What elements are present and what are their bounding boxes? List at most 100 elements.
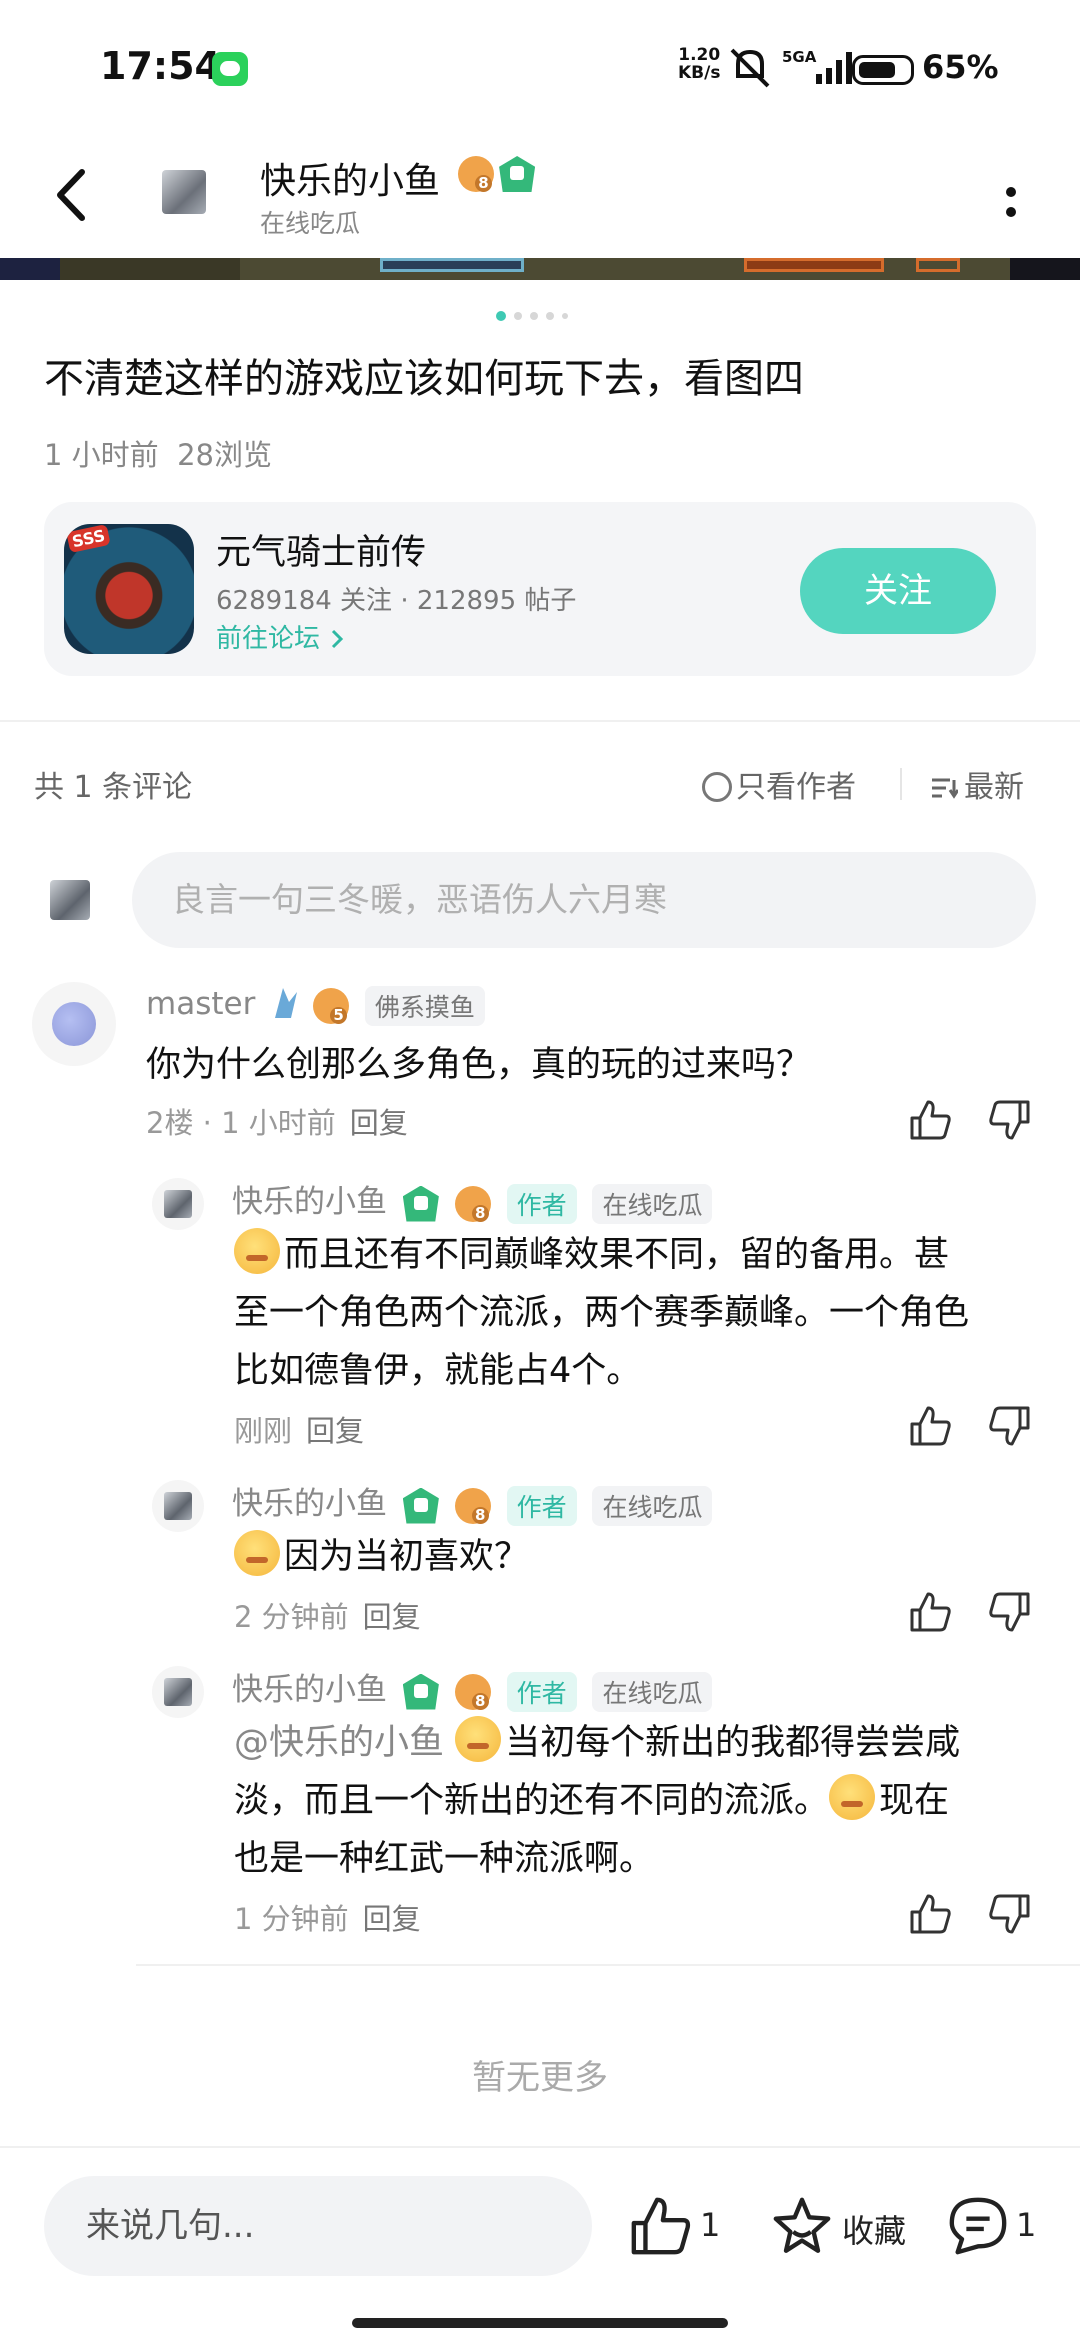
replier-avatar[interactable]	[152, 1178, 204, 1230]
replier-avatar[interactable]	[152, 1480, 204, 1532]
thumbs-up-icon[interactable]	[908, 1098, 952, 1142]
author-subtitle: 在线吃瓜	[260, 209, 361, 238]
net-speed-unit: KB/s	[678, 63, 721, 83]
replier-info: 快乐的小鱼 8 作者 在线吃瓜	[232, 1664, 713, 1712]
divider	[0, 720, 1080, 722]
image-fragment	[0, 258, 60, 280]
author-only-toggle[interactable]: 只看作者	[702, 762, 856, 806]
game-posts: 212895 帖子	[416, 586, 577, 616]
level-number: 8	[471, 1506, 489, 1524]
reply-time: 1 分钟前	[234, 1902, 349, 1936]
sort-button[interactable]: 最新	[930, 762, 1024, 806]
thumbs-up-icon[interactable]	[908, 1892, 952, 1936]
replier-avatar[interactable]	[152, 1666, 204, 1718]
comment-count-badge: 1	[1016, 2206, 1037, 2244]
reply-button[interactable]: 回复	[350, 1106, 408, 1140]
pager-dot-active	[496, 311, 506, 321]
battery-percent: 65%	[922, 48, 999, 86]
comment-floor: 2楼	[146, 1106, 194, 1140]
comment-count: 共 1 条评论	[34, 770, 193, 805]
more-options-icon[interactable]	[996, 180, 1026, 224]
home-indicator[interactable]	[352, 2318, 728, 2328]
level-number: 5	[330, 1006, 348, 1024]
reply-text-segment: 当初每个新出的我都得尝尝咸	[505, 1723, 961, 1763]
reply-meta: 2 分钟前 回复	[234, 1594, 421, 1636]
author-name[interactable]: 快乐的小鱼	[260, 152, 440, 204]
level-badge-icon: 8	[454, 1673, 491, 1710]
image-fragment	[1010, 258, 1080, 280]
reply-text: @快乐的小鱼 当初每个新出的我都得尝尝咸 淡，而且一个新出的还有不同的流派。 现在…	[234, 1714, 960, 1888]
thumbs-up-icon[interactable]	[908, 1404, 952, 1448]
favorite-label[interactable]: 收藏	[842, 2206, 906, 2252]
game-icon: SSS	[64, 524, 194, 654]
replier-info: 快乐的小鱼 8 作者 在线吃瓜	[232, 1176, 713, 1224]
reply-text-segment: 而且还有不同巅峰效果不同，留的备用。甚	[284, 1235, 950, 1275]
pager-dot	[514, 312, 522, 320]
reply-text-segment: 现在	[879, 1781, 950, 1821]
reply-button[interactable]: 回复	[306, 1414, 364, 1448]
image-fragment	[60, 258, 240, 280]
user-tag: 在线吃瓜	[592, 1183, 713, 1224]
post-views: 28浏览	[177, 438, 273, 472]
thumbs-down-icon[interactable]	[988, 1590, 1032, 1634]
reply-button[interactable]: 回复	[363, 1902, 421, 1936]
image-fragment	[380, 258, 524, 272]
commenter-name[interactable]: master	[146, 986, 255, 1022]
status-bar: 17:54 1.20 KB/s 5GA 65%	[0, 0, 1080, 130]
favorite-star-icon[interactable]	[770, 2194, 834, 2258]
thumbs-up-icon[interactable]	[908, 1590, 952, 1634]
forum-link[interactable]: 前往论坛	[216, 618, 346, 655]
emoji-icon	[455, 1716, 502, 1762]
comment-input[interactable]: 良言一句三冬暖，恶语伤人六月寒	[132, 852, 1036, 948]
replier-name[interactable]: 快乐的小鱼	[232, 1486, 387, 1522]
pager-dot	[530, 312, 538, 320]
reply-text-line: 至一个角色两个流派，两个赛季巅峰。一个角色	[234, 1293, 970, 1333]
sort-icon	[932, 778, 958, 799]
emoji-icon	[829, 1774, 876, 1820]
replier-name[interactable]: 快乐的小鱼	[232, 1672, 387, 1708]
comment-meta: 2楼 · 1 小时前 回复	[146, 1106, 408, 1140]
level-number: 8	[471, 1204, 489, 1222]
thumbs-down-icon[interactable]	[988, 1892, 1032, 1936]
author-avatar[interactable]	[162, 170, 206, 214]
emoji-icon	[234, 1228, 280, 1274]
user-tag: 佛系摸鱼	[364, 985, 485, 1026]
signal-bars-icon	[816, 52, 852, 84]
author-tag: 作者	[506, 1485, 577, 1526]
level-badge-icon: 8	[454, 1185, 491, 1222]
thumbs-down-icon[interactable]	[988, 1098, 1032, 1142]
like-icon[interactable]	[628, 2194, 692, 2258]
post-meta: 1 小时前 28浏览	[44, 432, 272, 474]
game-card[interactable]: SSS 元气骑士前传 6289184 关注 · 212895 帖子 前往论坛 关…	[44, 502, 1036, 676]
net-speed: 1.20 KB/s	[678, 46, 720, 82]
replier-name[interactable]: 快乐的小鱼	[232, 1184, 387, 1220]
bottom-comment-input[interactable]: 来说几句...	[44, 2176, 592, 2276]
author-only-label: 只看作者	[736, 770, 856, 805]
reply-time: 刚刚	[234, 1414, 293, 1448]
author-badges: 8	[458, 156, 536, 192]
post-image-carousel[interactable]	[0, 258, 1080, 280]
comment-text: 你为什么创那么多角色，真的玩的过来吗？	[146, 1045, 812, 1085]
forum-link-label: 前往论坛	[216, 624, 321, 654]
game-name: 元气骑士前传	[216, 533, 427, 573]
like-count: 1	[700, 2206, 721, 2244]
game-followers: 6289184 关注	[216, 586, 393, 616]
comment-bubble-icon[interactable]	[946, 2194, 1010, 2258]
commenter-avatar[interactable]	[32, 982, 116, 1066]
level-number: 8	[471, 1692, 489, 1710]
reply-time: 2 分钟前	[234, 1600, 349, 1634]
reply-text-line: 因为当初喜欢？	[234, 1528, 529, 1586]
author-tag: 作者	[506, 1183, 577, 1224]
reply-text-line: @快乐的小鱼 当初每个新出的我都得尝尝咸	[234, 1714, 960, 1772]
reply-text-segment: 因为当初喜欢？	[284, 1537, 530, 1577]
level-badge-icon: 8	[458, 156, 494, 192]
my-avatar	[50, 880, 90, 920]
mention-link[interactable]: @快乐的小鱼	[234, 1723, 444, 1763]
thumbs-down-icon[interactable]	[988, 1404, 1032, 1448]
reply-button[interactable]: 回复	[363, 1600, 421, 1634]
back-icon[interactable]	[44, 160, 104, 230]
trophy-badge-icon	[402, 1185, 439, 1222]
carousel-pager	[496, 311, 568, 321]
sort-label: 最新	[964, 770, 1024, 805]
follow-button[interactable]: 关注	[800, 548, 996, 634]
